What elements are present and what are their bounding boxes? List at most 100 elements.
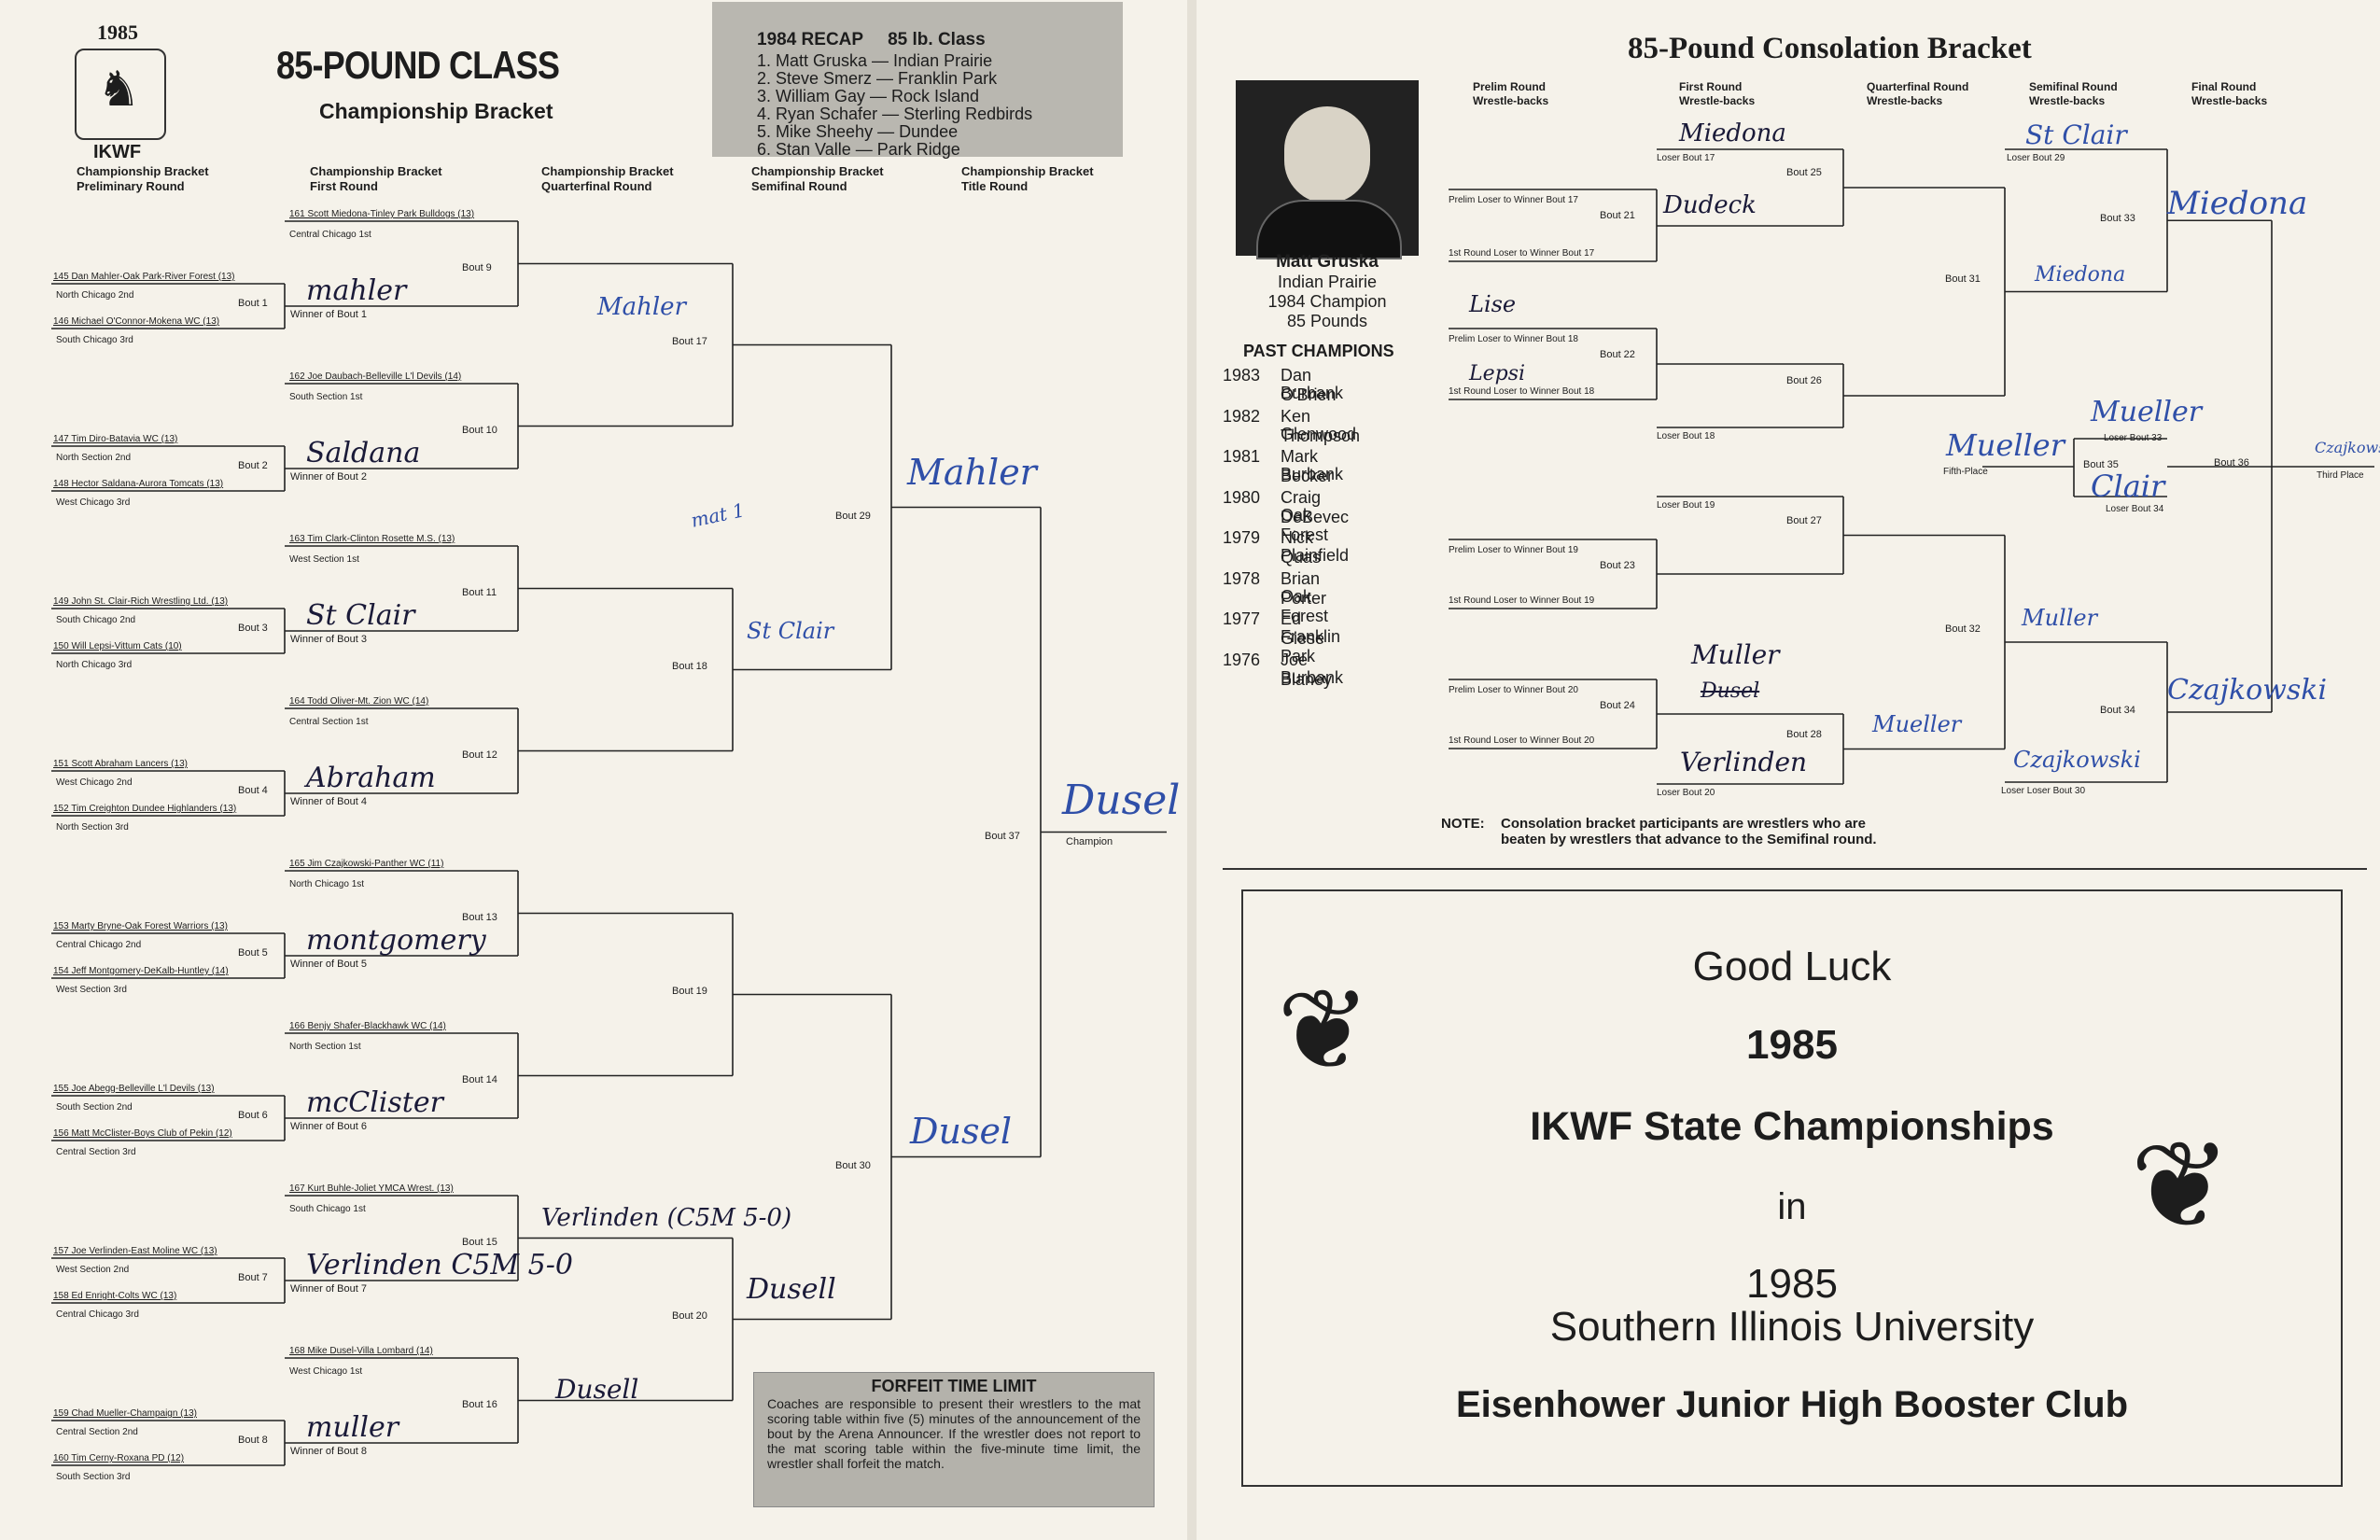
prelim-section-a: South Chicago 2nd <box>56 615 136 625</box>
first-bout: Bout 9 <box>462 262 492 273</box>
cons-hand-c29: St Clair <box>2025 119 2127 150</box>
cons-prelim-bout: Bout 21 <box>1600 210 1635 221</box>
champion-weight: 85 Pounds <box>1286 312 1368 330</box>
first-seed-section: North Section 1st <box>289 1042 361 1052</box>
recap-line: 4. Ryan Schafer — Sterling Redbirds <box>757 105 1033 123</box>
cons-quarter-bout: Bout 31 <box>1945 273 1981 285</box>
cons-hand-c30: Czajkowski <box>2013 747 2141 773</box>
first-bout: Bout 10 <box>462 425 497 436</box>
prelim-wrestler-b: 148 Hector Saldana-Aurora Tomcats (13) <box>53 479 224 489</box>
first-bout: Bout 12 <box>462 749 497 761</box>
cons-loser-label: Loser Bout 20 <box>1657 788 1715 798</box>
prelim-bout: Bout 3 <box>238 623 268 634</box>
cons-hand-p18: Lise <box>1469 291 1517 317</box>
first-bout: Bout 14 <box>462 1074 497 1085</box>
first-seed-section: Central Chicago 1st <box>289 230 371 240</box>
cons-loser-label: Loser Bout 18 <box>1657 431 1715 441</box>
prelim-winner-label: Winner of Bout 7 <box>290 1283 367 1295</box>
prelim-winner-hand: mcClister <box>306 1086 443 1119</box>
quarter-bout: Bout 20 <box>672 1309 707 1322</box>
note-label: NOTE: <box>1441 816 1485 832</box>
cons-first-bout: Bout 26 <box>1786 375 1822 386</box>
prelim-winner-label: Winner of Bout 3 <box>290 634 367 645</box>
cons-round-label: 1st Round Loser to Winner Bout 18 <box>1449 386 1595 397</box>
note-text: Consolation bracket participants are wre… <box>1501 816 1877 847</box>
prelim-winner-hand: Abraham <box>306 762 436 794</box>
quarter-winner-hand-1: Mahler <box>597 292 686 321</box>
cons-loser-label: Loser Bout 19 <box>1657 500 1715 511</box>
champion-label: Champion <box>1066 835 1113 847</box>
prelim-bout: Bout 6 <box>238 1110 268 1121</box>
cons-fifth-label: Fifth-Place <box>1943 467 1988 477</box>
cons-hand-m1: Mueller <box>1946 427 2065 463</box>
section-divider <box>1223 868 2367 870</box>
cons-round-label: 1st Round Loser to Winner Bout 17 <box>1449 248 1595 259</box>
prelim-section-b: South Section 3rd <box>56 1472 131 1482</box>
final-bout: Bout 37 <box>985 830 1020 842</box>
prelim-section-a: West Section 2nd <box>56 1265 130 1275</box>
prelim-bout: Bout 8 <box>238 1435 268 1446</box>
prelim-wrestler-a: 151 Scott Abraham Lancers (13) <box>53 759 188 769</box>
prelim-wrestler-b: 158 Ed Enright-Colts WC (13) <box>53 1291 177 1301</box>
prelim-wrestler-a: 159 Chad Mueller-Champaign (13) <box>53 1408 197 1419</box>
first-bout: Bout 13 <box>462 912 497 923</box>
recap-line: 5. Mike Sheehy — Dundee <box>757 122 959 141</box>
rcol-prelim: Prelim Round Wrestle-backs <box>1473 80 1549 107</box>
cons-hand-w32: Muller <box>2022 605 2098 631</box>
prelim-winner-hand: montgomery <box>306 924 486 957</box>
prelim-wrestler-b: 146 Michael O'Connor-Mokena WC (13) <box>53 316 220 327</box>
cons-hand-w31: Miedona <box>2035 263 2126 287</box>
champion-name: Matt Gruska <box>1276 252 1379 272</box>
col-head-quarter: Championship Bracket Quarterfinal Round <box>541 164 674 193</box>
first-seed-wrestler: 166 Benjy Shafer-Blackhawk WC (14) <box>289 1021 446 1031</box>
year-label: 1985 <box>97 21 138 44</box>
cons-loser-30: Loser Loser Bout 30 <box>2001 786 2086 796</box>
prelim-wrestler-a: 155 Joe Abegg-Belleville L'l Devils (13) <box>53 1084 215 1094</box>
prelim-winner-label: Winner of Bout 4 <box>290 796 367 807</box>
cons-prelim-bout: Bout 22 <box>1600 349 1635 360</box>
quarter-bout: Bout 18 <box>672 660 707 672</box>
prelim-wrestler-a: 147 Tim Diro-Batavia WC (13) <box>53 434 178 444</box>
cons-hand-m2: Mueller <box>2091 396 2203 428</box>
prelim-section-a: Central Section 2nd <box>56 1427 138 1437</box>
champion-info: Matt Gruska Indian Prairie 1984 Champion… <box>1236 250 1419 331</box>
first-winner-hand-15: Verlinden (C5M 5-0) <box>541 1204 792 1232</box>
prelim-bout: Bout 5 <box>238 947 268 959</box>
ad-line-3: IKWF State Championships <box>1530 1104 2054 1149</box>
rcol-first: First Round Wrestle-backs <box>1679 80 1756 107</box>
cons-semi-bout: Bout 33 <box>2100 213 2135 225</box>
past-champion-year: 1979 <box>1223 528 1261 547</box>
booster-ad: ❦ ❦ Good Luck 1985 IKWF State Championsh… <box>1241 889 2343 1487</box>
consolation-title: 85-Pound Consolation Bracket <box>1628 32 2032 65</box>
recap-line: 2. Steve Smerz — Franklin Park <box>757 69 998 88</box>
cons-hand-w35: Clair <box>2091 469 2165 504</box>
prelim-section-b: Central Section 3rd <box>56 1147 136 1157</box>
prelim-wrestler-a: 149 John St. Clair-Rich Wrestling Ltd. (… <box>53 596 229 607</box>
quarter-winner-hand-2: St Clair <box>747 617 834 644</box>
first-bout: Bout 11 <box>462 587 497 598</box>
first-seed-wrestler: 165 Jim Czajkowski-Panther WC (11) <box>289 859 444 869</box>
recap-line: 3. William Gay — Rock Island <box>757 87 980 105</box>
semi-bout: Bout 30 <box>835 1159 871 1171</box>
ad-line-4: in <box>1777 1186 1807 1227</box>
ikwf-logo: ♞ <box>75 49 166 140</box>
past-champion-town: Burbank <box>1281 465 1344 483</box>
cons-prelim-label: Prelim Loser to Winner Bout 18 <box>1449 334 1578 344</box>
prelim-bout: Bout 2 <box>238 460 268 471</box>
cons-prelim-bout: Bout 24 <box>1600 700 1635 711</box>
past-champion-year: 1981 <box>1223 447 1261 466</box>
prelim-section-b: North Section 3rd <box>56 822 129 833</box>
cons-loser-34: Loser Bout 34 <box>2106 504 2164 514</box>
cons-hand-w27b: Dusel <box>1701 679 1760 703</box>
first-seed-section: Central Section 1st <box>289 717 369 727</box>
champion-school: Indian Prairie <box>1277 273 1378 291</box>
past-champions-heading: PAST CHAMPIONS <box>1243 342 1394 360</box>
semi-bout: Bout 29 <box>835 510 871 522</box>
first-seed-wrestler: 163 Tim Clark-Clinton Rosette M.S. (13) <box>289 534 455 544</box>
first-seed-section: West Section 1st <box>289 554 359 565</box>
prelim-winner-hand: Verlinden C5M 5-0 <box>306 1249 573 1281</box>
prelim-wrestler-b: 150 Will Lepsi-Vittum Cats (10) <box>53 641 182 651</box>
prelim-section-a: Central Chicago 2nd <box>56 940 142 950</box>
prelim-wrestler-a: 153 Marty Bryne-Oak Forest Warriors (13) <box>53 921 228 931</box>
prelim-winner-label: Winner of Bout 8 <box>290 1446 367 1457</box>
